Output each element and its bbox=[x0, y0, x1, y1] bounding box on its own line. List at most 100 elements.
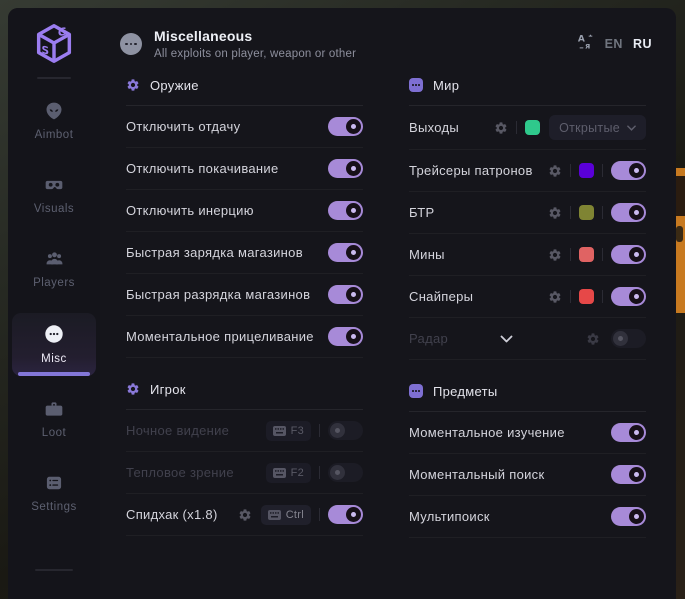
section-world: Мир Выходы Открытые bbox=[409, 74, 646, 360]
translate-icon: A я bbox=[577, 33, 595, 56]
gear-icon[interactable] bbox=[548, 290, 562, 304]
page-header-text: Miscellaneous All exploits on player, we… bbox=[154, 28, 356, 60]
feature-row: Отключить покачивание bbox=[126, 148, 363, 190]
keybind-badge[interactable]: F3 bbox=[266, 421, 311, 441]
feature-row: Быстрая разрядка магазинов bbox=[126, 274, 363, 316]
section-title: Оружие bbox=[150, 78, 199, 93]
keyboard-icon bbox=[273, 468, 286, 478]
list-icon bbox=[44, 473, 64, 493]
page-title: Miscellaneous bbox=[154, 28, 356, 44]
section-weapon: Оружие Отключить отдачу Отключить покачи… bbox=[126, 74, 363, 358]
content-grid: Оружие Отключить отдачу Отключить покачи… bbox=[100, 70, 676, 558]
app-cube-logo: S G bbox=[30, 20, 78, 68]
sidebar-divider bbox=[37, 77, 71, 79]
keyboard-icon bbox=[273, 426, 286, 436]
gear-icon[interactable] bbox=[548, 248, 562, 262]
toggle-switch[interactable] bbox=[611, 203, 646, 222]
toggle-switch[interactable] bbox=[328, 505, 363, 524]
toggle-switch[interactable] bbox=[611, 465, 646, 484]
feature-row: Отключить отдачу bbox=[126, 106, 363, 148]
feature-row: Отключить инерцию bbox=[126, 190, 363, 232]
keybind-badge[interactable]: Ctrl bbox=[261, 505, 311, 525]
color-swatch[interactable] bbox=[579, 247, 594, 262]
toggle-switch[interactable] bbox=[611, 329, 646, 348]
toggle-switch[interactable] bbox=[328, 201, 363, 220]
feature-row: Спидхак (x1.8) Ctrl bbox=[126, 494, 363, 536]
feature-row: Моментальный поиск bbox=[409, 454, 646, 496]
main-area: Miscellaneous All exploits on player, we… bbox=[100, 8, 676, 599]
color-swatch[interactable] bbox=[579, 163, 594, 178]
page-header: Miscellaneous All exploits on player, we… bbox=[100, 8, 676, 70]
sidebar-item-loot[interactable]: Loot bbox=[12, 389, 96, 450]
toggle-switch[interactable] bbox=[328, 243, 363, 262]
feature-row: БТР bbox=[409, 192, 646, 234]
sidebar-item-aimbot[interactable]: Aimbot bbox=[12, 91, 96, 152]
people-icon bbox=[44, 249, 65, 269]
lang-ru-button[interactable]: RU bbox=[633, 37, 652, 51]
gear-icon[interactable] bbox=[238, 508, 252, 522]
sidebar-item-label: Misc bbox=[41, 353, 67, 365]
svg-text:S: S bbox=[42, 43, 50, 57]
sidebar-item-visuals[interactable]: Visuals bbox=[12, 165, 96, 226]
gear-icon[interactable] bbox=[586, 332, 600, 346]
toggle-switch[interactable] bbox=[611, 423, 646, 442]
section-title: Игрок bbox=[150, 382, 186, 397]
sidebar-bottom-divider bbox=[35, 569, 73, 571]
feature-row: Выходы Открытые bbox=[409, 106, 646, 150]
gear-icon bbox=[126, 78, 140, 92]
gear-icon[interactable] bbox=[548, 164, 562, 178]
background-game-billboard bbox=[676, 168, 685, 313]
toggle-switch[interactable] bbox=[328, 285, 363, 304]
section-items: Предметы Моментальное изучение Моменталь… bbox=[409, 380, 646, 538]
vr-goggles-icon bbox=[43, 175, 65, 195]
toggle-switch[interactable] bbox=[328, 463, 363, 482]
color-swatch[interactable] bbox=[579, 289, 594, 304]
toggle-switch[interactable] bbox=[328, 327, 363, 346]
section-player: Игрок Ночное видение F3 bbox=[126, 378, 363, 536]
feature-row: Снайперы bbox=[409, 276, 646, 318]
sidebar-item-misc[interactable]: Misc bbox=[12, 313, 96, 376]
alien-icon bbox=[44, 101, 64, 121]
right-column: Мир Выходы Открытые bbox=[409, 74, 646, 558]
toggle-switch[interactable] bbox=[611, 287, 646, 306]
toggle-switch[interactable] bbox=[328, 117, 363, 136]
feature-row: Трейсеры патронов bbox=[409, 150, 646, 192]
lang-en-button[interactable]: EN bbox=[605, 37, 623, 51]
toggle-switch[interactable] bbox=[611, 245, 646, 264]
language-switcher: A я EN RU bbox=[577, 33, 652, 56]
dots-square-icon bbox=[409, 78, 423, 92]
chevron-down-icon bbox=[627, 125, 636, 131]
sidebar-item-label: Aimbot bbox=[35, 129, 74, 141]
svg-text:G: G bbox=[58, 25, 67, 40]
sidebar-item-label: Players bbox=[33, 277, 75, 289]
toggle-switch[interactable] bbox=[328, 421, 363, 440]
gear-icon[interactable] bbox=[494, 121, 508, 135]
page-subtitle: All exploits on player, weapon or other bbox=[154, 48, 356, 60]
toggle-switch[interactable] bbox=[611, 507, 646, 526]
chevron-down-icon[interactable] bbox=[500, 335, 513, 343]
sidebar-item-players[interactable]: Players bbox=[12, 239, 96, 300]
feature-row: Быстрая зарядка магазинов bbox=[126, 232, 363, 274]
toggle-switch[interactable] bbox=[611, 161, 646, 180]
color-swatch[interactable] bbox=[525, 120, 540, 135]
gear-icon bbox=[126, 382, 140, 396]
toggle-switch[interactable] bbox=[328, 159, 363, 178]
exits-dropdown[interactable]: Открытые bbox=[549, 115, 646, 140]
sidebar-item-label: Settings bbox=[31, 501, 77, 513]
ellipsis-circle-icon bbox=[120, 33, 142, 55]
gear-icon[interactable] bbox=[548, 206, 562, 220]
color-swatch[interactable] bbox=[579, 205, 594, 220]
feature-row: Радар bbox=[409, 318, 646, 360]
section-title: Предметы bbox=[433, 384, 498, 399]
keybind-badge[interactable]: F2 bbox=[266, 463, 311, 483]
feature-row: Моментальное изучение bbox=[409, 412, 646, 454]
dots-square-icon bbox=[409, 384, 423, 398]
sidebar-item-label: Visuals bbox=[34, 203, 74, 215]
left-column: Оружие Отключить отдачу Отключить покачи… bbox=[126, 74, 363, 558]
svg-text:я: я bbox=[585, 40, 590, 50]
briefcase-icon bbox=[44, 399, 64, 419]
feature-row: Моментальное прицеливание bbox=[126, 316, 363, 358]
feature-row: Тепловое зрение F2 bbox=[126, 452, 363, 494]
feature-row: Ночное видение F3 bbox=[126, 410, 363, 452]
sidebar-item-settings[interactable]: Settings bbox=[12, 463, 96, 524]
